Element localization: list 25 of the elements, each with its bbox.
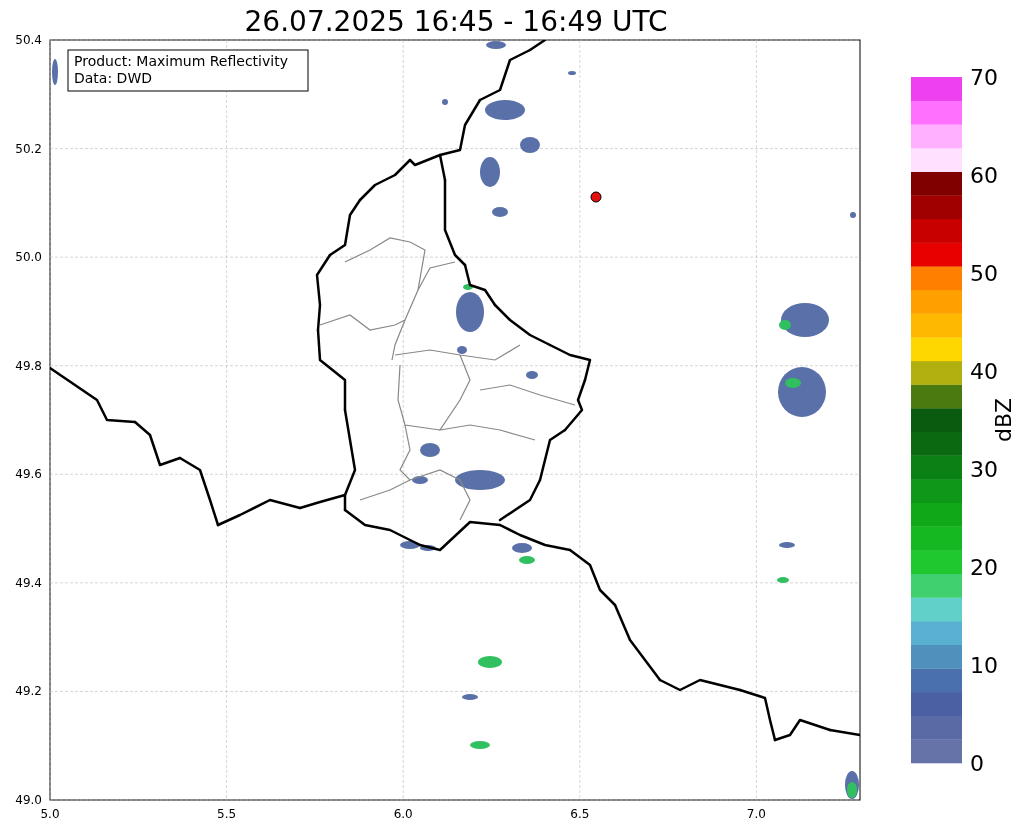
x-tick-label: 6.5 [570, 807, 590, 821]
info-box: Product: Maximum Reflectivity Data: DWD [67, 49, 309, 92]
x-tick-label: 7.0 [746, 807, 766, 821]
y-tick-label: 49.8 [15, 358, 42, 373]
x-tick-label: 5.0 [40, 807, 60, 821]
y-tick-label: 49.4 [15, 575, 42, 590]
colorbar-tick-label: 60 [970, 163, 998, 188]
colorbar-tick-label: 10 [970, 653, 998, 678]
colorbar-tick-label: 70 [970, 65, 998, 90]
colorbar-tick-label: 50 [970, 261, 998, 286]
colorbar-tick-label: 30 [970, 457, 998, 482]
y-tick-label: 49.2 [15, 684, 42, 699]
chart-title: 26.07.2025 16:45 - 16:49 UTC [244, 5, 668, 38]
y-tick-label: 49.6 [15, 467, 42, 482]
colorbar-tick-label: 0 [970, 751, 984, 776]
x-tick-label: 6.0 [393, 807, 413, 821]
colorbar-tick-label: 20 [970, 555, 998, 580]
y-tick-label: 49.0 [15, 793, 42, 807]
y-tick-label: 50.2 [15, 141, 42, 156]
y-tick-label: 50.0 [15, 250, 42, 265]
y-tick-label: 50.4 [15, 33, 42, 47]
colorbar-label: dBZ [991, 397, 1016, 443]
colorbar-tick-label: 40 [970, 359, 998, 384]
x-tick-label: 5.5 [217, 807, 237, 821]
location-dot [590, 191, 602, 203]
